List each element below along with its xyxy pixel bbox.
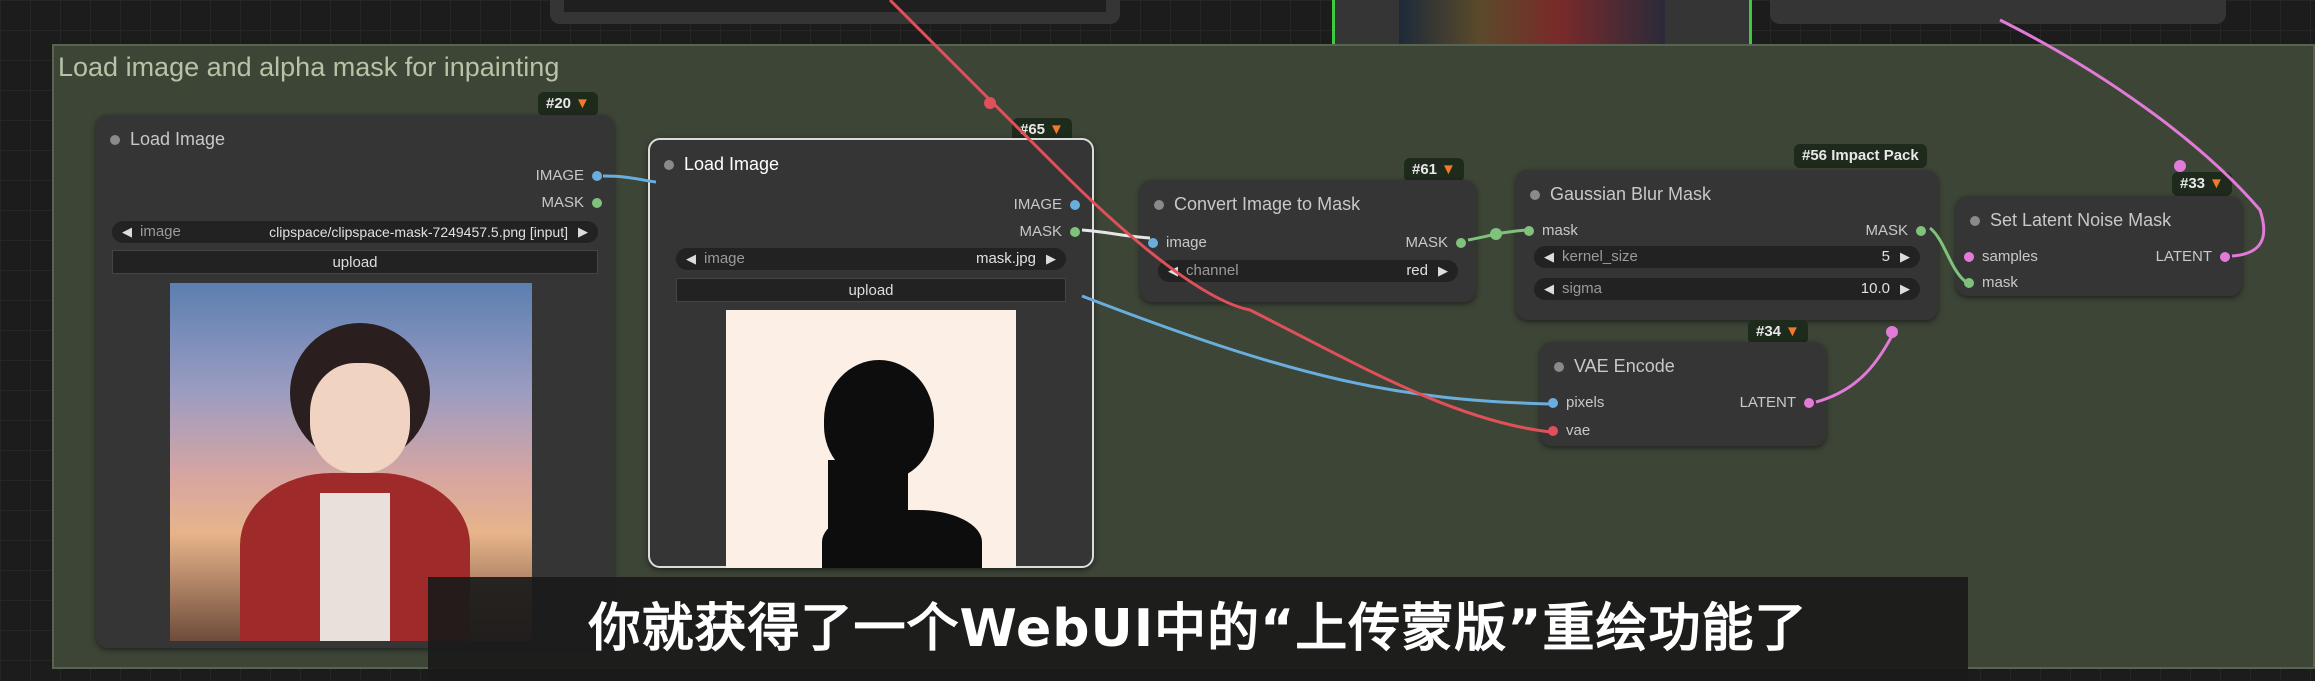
input-vae-label: vae bbox=[1566, 422, 1591, 439]
node-badge-33: #33 ▼ bbox=[2172, 172, 2232, 196]
output-mask-label: MASK bbox=[1019, 223, 1062, 240]
load-image-node-20[interactable]: Load Image IMAGE MASK ◀ image clipspace/… bbox=[96, 115, 614, 648]
convert-image-to-mask-node[interactable]: Convert Image to Mask image MASK ◀ chann… bbox=[1140, 180, 1476, 302]
output-latent-pin[interactable] bbox=[1804, 398, 1814, 408]
output-latent-label: LATENT bbox=[2155, 248, 2212, 265]
output-mask-label: MASK bbox=[1405, 234, 1448, 251]
chevron-left-icon[interactable]: ◀ bbox=[1168, 260, 1178, 282]
upload-button[interactable]: upload bbox=[676, 278, 1066, 302]
output-latent-label: LATENT bbox=[1739, 394, 1796, 411]
node-title: VAE Encode bbox=[1574, 356, 1675, 376]
chevron-left-icon[interactable]: ◀ bbox=[1544, 246, 1554, 268]
image-selector-value: clipspace/clipspace-mask-7249457.5.png [… bbox=[269, 224, 568, 240]
input-mask-label: mask bbox=[1982, 274, 2018, 291]
input-samples-label: samples bbox=[1982, 248, 2038, 265]
node-badge-61: #61 ▼ bbox=[1404, 158, 1464, 182]
chevron-left-icon[interactable]: ◀ bbox=[122, 221, 132, 243]
node-badge-20: #20 ▼ bbox=[538, 92, 598, 116]
gaussian-blur-mask-node[interactable]: Gaussian Blur Mask mask MASK ◀ kernel_si… bbox=[1516, 170, 1938, 320]
output-mask-label: MASK bbox=[541, 194, 584, 211]
input-samples-pin[interactable] bbox=[1964, 252, 1974, 262]
output-latent-pin[interactable] bbox=[2220, 252, 2230, 262]
input-vae-pin[interactable] bbox=[1548, 426, 1558, 436]
node-collapse-dot[interactable] bbox=[1154, 200, 1164, 210]
input-image-pin[interactable] bbox=[1148, 238, 1158, 248]
input-image-label: image bbox=[1166, 234, 1207, 251]
input-mask-pin[interactable] bbox=[1964, 278, 1974, 288]
output-mask-pin[interactable] bbox=[1916, 226, 1926, 236]
node-title: Set Latent Noise Mask bbox=[1990, 210, 2172, 230]
group-title: Load image and alpha mask for inpainting bbox=[58, 52, 560, 82]
kernel-size-stepper[interactable]: ◀ kernel_size 5 ▶ bbox=[1534, 246, 1920, 268]
chevron-right-icon[interactable]: ▶ bbox=[578, 221, 588, 243]
chevron-right-icon[interactable]: ▶ bbox=[1438, 260, 1448, 282]
input-pixels-pin[interactable] bbox=[1548, 398, 1558, 408]
node-collapse-dot[interactable] bbox=[1530, 190, 1540, 200]
chevron-left-icon[interactable]: ◀ bbox=[1544, 278, 1554, 300]
partial-node-top-left[interactable] bbox=[550, 0, 1120, 24]
node-title: Convert Image to Mask bbox=[1174, 194, 1361, 214]
node-collapse-dot[interactable] bbox=[110, 135, 120, 145]
output-mask-pin[interactable] bbox=[592, 198, 602, 208]
image-selector[interactable]: ◀ image clipspace/clipspace-mask-7249457… bbox=[112, 221, 598, 243]
node-collapse-dot[interactable] bbox=[1554, 362, 1564, 372]
output-mask-pin[interactable] bbox=[1456, 238, 1466, 248]
node-badge-34: #34 ▼ bbox=[1748, 320, 1808, 344]
channel-selector[interactable]: ◀ channel red ▶ bbox=[1158, 260, 1458, 282]
node-title: Load Image bbox=[684, 154, 780, 174]
chevron-right-icon[interactable]: ▶ bbox=[1900, 246, 1910, 268]
chevron-left-icon[interactable]: ◀ bbox=[686, 248, 696, 270]
set-latent-noise-mask-node[interactable]: Set Latent Noise Mask samples mask LATEN… bbox=[1956, 196, 2242, 296]
output-image-pin[interactable] bbox=[1070, 200, 1080, 210]
partial-node-top-right[interactable] bbox=[1770, 0, 2226, 24]
output-mask-pin[interactable] bbox=[1070, 227, 1080, 237]
input-mask-label: mask bbox=[1542, 222, 1578, 239]
load-image-node-65[interactable]: Load Image IMAGE MASK ◀ image mask.jpg ▶… bbox=[648, 138, 1094, 568]
video-subtitle: 你就获得了一个WebUI中的“上传蒙版”重绘功能了 bbox=[588, 599, 1808, 659]
image-selector[interactable]: ◀ image mask.jpg ▶ bbox=[676, 248, 1066, 270]
vae-encode-node[interactable]: VAE Encode pixels vae LATENT bbox=[1540, 342, 1826, 446]
preview-image-mask bbox=[726, 310, 1016, 568]
input-pixels-label: pixels bbox=[1566, 394, 1605, 411]
node-collapse-dot[interactable] bbox=[1970, 216, 1980, 226]
image-selector-value: mask.jpg bbox=[975, 250, 1036, 267]
output-mask-label: MASK bbox=[1865, 222, 1908, 239]
chevron-right-icon[interactable]: ▶ bbox=[1900, 278, 1910, 300]
node-badge-56: #56 Impact Pack bbox=[1794, 144, 1927, 168]
output-image-label: IMAGE bbox=[1013, 196, 1062, 213]
output-image-label: IMAGE bbox=[535, 167, 584, 184]
node-title: Load Image bbox=[130, 129, 226, 149]
input-mask-pin[interactable] bbox=[1524, 226, 1534, 236]
sigma-stepper[interactable]: ◀ sigma 10.0 ▶ bbox=[1534, 278, 1920, 300]
node-collapse-dot[interactable] bbox=[664, 160, 674, 170]
output-image-pin[interactable] bbox=[592, 171, 602, 181]
upload-button[interactable]: upload bbox=[112, 250, 598, 274]
chevron-right-icon[interactable]: ▶ bbox=[1046, 248, 1056, 270]
node-title: Gaussian Blur Mask bbox=[1550, 184, 1712, 204]
